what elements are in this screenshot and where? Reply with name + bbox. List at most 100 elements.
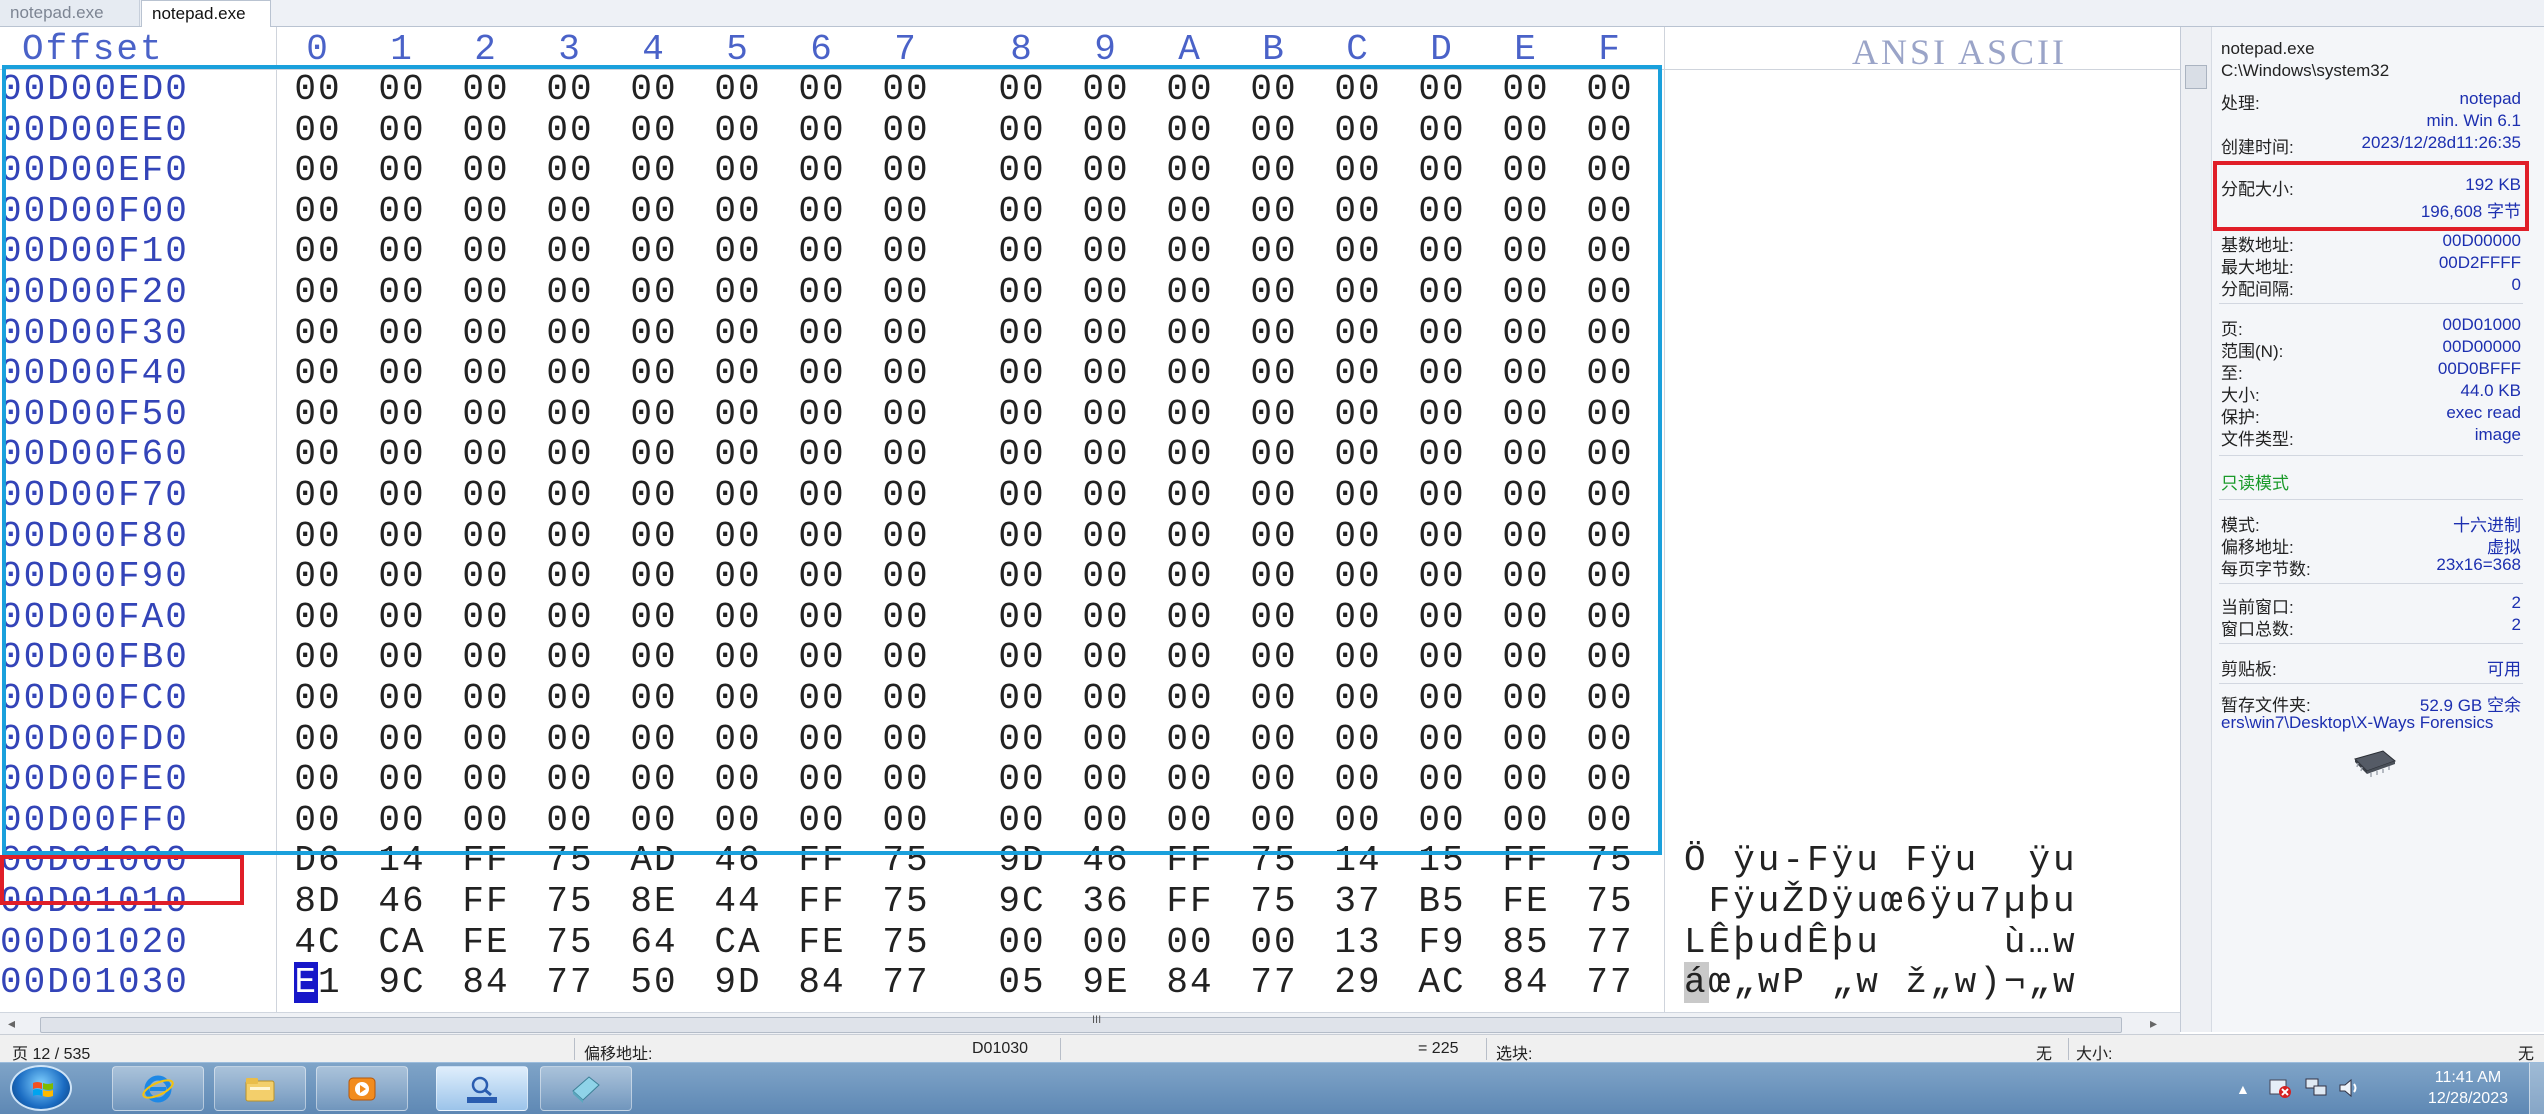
hex-row[interactable]: 00D00F20 00 00 00 00 00 00 00 00 00 00 00 00 00 00 00 00 xyxy=(0,272,2180,313)
hex-byte[interactable]: 00 xyxy=(708,353,768,394)
hex-byte[interactable]: 00 xyxy=(372,800,432,841)
hex-byte[interactable]: 00 xyxy=(1412,313,1472,354)
hex-byte[interactable]: 00 xyxy=(1328,434,1388,475)
hex-byte[interactable]: FE xyxy=(1496,881,1556,922)
hex-byte[interactable]: 00 xyxy=(540,353,600,394)
hex-byte[interactable]: 00 xyxy=(288,597,348,638)
row-offset[interactable]: 00D01020 xyxy=(0,922,189,963)
hex-byte[interactable]: 00 xyxy=(540,637,600,678)
hex-byte[interactable]: 00 xyxy=(1412,150,1472,191)
hex-byte[interactable]: 00 xyxy=(708,475,768,516)
hex-byte[interactable]: 00 xyxy=(1076,394,1136,435)
tab-notepad-1[interactable]: notepad.exe xyxy=(0,0,140,26)
hex-byte[interactable]: 00 xyxy=(624,678,684,719)
horizontal-scrollbar[interactable]: ◂ III ▸ xyxy=(0,1012,2180,1035)
hex-byte[interactable]: 00 xyxy=(876,475,936,516)
row-offset[interactable]: 00D00EF0 xyxy=(0,150,189,191)
hex-byte[interactable]: 00 xyxy=(540,231,600,272)
hex-byte[interactable]: 00 xyxy=(1328,678,1388,719)
hex-byte[interactable]: 00 xyxy=(456,719,516,760)
network-icon[interactable] xyxy=(2304,1077,2330,1099)
hex-byte[interactable]: 00 xyxy=(1496,475,1556,516)
hex-byte[interactable]: 00 xyxy=(992,191,1052,232)
hex-byte[interactable]: 00 xyxy=(708,434,768,475)
hex-byte[interactable]: 00 xyxy=(456,353,516,394)
hex-byte[interactable]: 00 xyxy=(1496,597,1556,638)
hex-byte[interactable]: 00 xyxy=(1580,231,1640,272)
hex-byte[interactable]: 36 xyxy=(1076,881,1136,922)
hex-byte[interactable]: 46 xyxy=(372,881,432,922)
hex-byte[interactable]: 75 xyxy=(1244,881,1304,922)
hex-byte[interactable]: CA xyxy=(708,922,768,963)
hex-byte[interactable]: 00 xyxy=(1496,434,1556,475)
hex-byte[interactable]: 00 xyxy=(1496,759,1556,800)
hex-byte[interactable]: 15 xyxy=(1412,840,1472,881)
hex-byte[interactable]: 00 xyxy=(624,759,684,800)
hex-byte[interactable]: 00 xyxy=(1412,394,1472,435)
hex-byte[interactable]: 00 xyxy=(708,272,768,313)
hex-row[interactable]: 00D00FC0 00 00 00 00 00 00 00 00 00 00 00 00 00 00 00 00 xyxy=(0,678,2180,719)
hex-byte[interactable]: FF xyxy=(456,881,516,922)
hex-byte[interactable]: 00 xyxy=(1160,191,1220,232)
hex-byte[interactable]: 00 xyxy=(876,516,936,557)
hex-byte[interactable]: 00 xyxy=(456,394,516,435)
hex-byte[interactable]: 00 xyxy=(1076,272,1136,313)
hex-byte[interactable]: 00 xyxy=(792,719,852,760)
hex-byte[interactable]: 00 xyxy=(372,353,432,394)
hex-byte[interactable]: 00 xyxy=(1244,353,1304,394)
hex-byte[interactable]: 00 xyxy=(876,231,936,272)
hex-byte[interactable]: 00 xyxy=(1160,110,1220,151)
hex-byte[interactable]: 9C xyxy=(372,962,432,1003)
hex-byte[interactable]: 75 xyxy=(540,840,600,881)
hex-byte[interactable]: 00 xyxy=(1496,353,1556,394)
hex-byte[interactable]: 00 xyxy=(1580,556,1640,597)
hex-byte[interactable]: 00 xyxy=(992,637,1052,678)
hex-byte[interactable]: 00 xyxy=(1580,272,1640,313)
hex-byte[interactable]: 00 xyxy=(792,150,852,191)
row-offset[interactable]: 00D00ED0 xyxy=(0,69,189,110)
row-offset[interactable]: 00D00F20 xyxy=(0,272,189,313)
hex-byte[interactable]: 00 xyxy=(624,353,684,394)
hex-row[interactable]: 00D00F90 00 00 00 00 00 00 00 00 00 00 00 00 00 00 00 00 xyxy=(0,556,2180,597)
hex-byte[interactable]: 00 xyxy=(540,678,600,719)
hex-byte[interactable]: 00 xyxy=(1160,597,1220,638)
hex-byte[interactable]: 00 xyxy=(1328,231,1388,272)
hex-byte[interactable]: 00 xyxy=(1160,516,1220,557)
hex-byte[interactable]: 00 xyxy=(288,394,348,435)
hex-byte[interactable]: 00 xyxy=(1244,434,1304,475)
ascii-text[interactable]: Ö ÿu-Fÿu Fÿu ÿu xyxy=(1684,840,2078,881)
hex-row[interactable]: 00D01020 4C CA FE 75 64 CA FE 75 00 00 00 00 13 F9 85 77… xyxy=(0,922,2180,963)
hex-byte[interactable]: 00 xyxy=(1328,272,1388,313)
hex-byte[interactable]: 00 xyxy=(624,475,684,516)
hex-byte[interactable]: 00 xyxy=(876,150,936,191)
hex-byte[interactable]: 00 xyxy=(1076,516,1136,557)
hex-byte[interactable]: 00 xyxy=(1580,69,1640,110)
hex-byte[interactable]: 00 xyxy=(1496,69,1556,110)
hex-byte[interactable]: 00 xyxy=(1076,475,1136,516)
hex-byte[interactable]: 00 xyxy=(456,69,516,110)
hex-byte[interactable]: 00 xyxy=(288,272,348,313)
hex-byte[interactable]: 00 xyxy=(624,231,684,272)
hex-byte[interactable]: 00 xyxy=(876,597,936,638)
hex-byte[interactable]: 00 xyxy=(1244,110,1304,151)
hex-byte[interactable]: 00 xyxy=(1412,69,1472,110)
row-offset[interactable]: 00D00F50 xyxy=(0,394,189,435)
hex-byte[interactable]: 00 xyxy=(876,272,936,313)
hex-byte[interactable]: 00 xyxy=(992,150,1052,191)
hex-byte[interactable]: 44 xyxy=(708,881,768,922)
hex-byte[interactable]: 00 xyxy=(1160,313,1220,354)
hex-byte[interactable]: 00 xyxy=(1412,434,1472,475)
hex-byte[interactable]: 00 xyxy=(1580,597,1640,638)
hex-row[interactable]: 00D00FB0 00 00 00 00 00 00 00 00 00 00 00 00 00 00 00 00 xyxy=(0,637,2180,678)
hex-byte[interactable]: 00 xyxy=(876,69,936,110)
hex-byte[interactable]: 00 xyxy=(372,394,432,435)
hex-byte[interactable]: 00 xyxy=(1412,110,1472,151)
hex-byte[interactable]: 00 xyxy=(1328,353,1388,394)
hex-byte[interactable]: 00 xyxy=(1328,150,1388,191)
hex-byte[interactable]: 00 xyxy=(792,394,852,435)
hex-byte[interactable]: 00 xyxy=(624,150,684,191)
hex-byte[interactable]: 00 xyxy=(540,191,600,232)
hex-byte[interactable]: 00 xyxy=(1160,394,1220,435)
hex-byte[interactable]: 00 xyxy=(1580,759,1640,800)
hex-row[interactable]: 00D00ED0 00 00 00 00 00 00 00 00 00 00 00 00 00 00 00 00 xyxy=(0,69,2180,110)
